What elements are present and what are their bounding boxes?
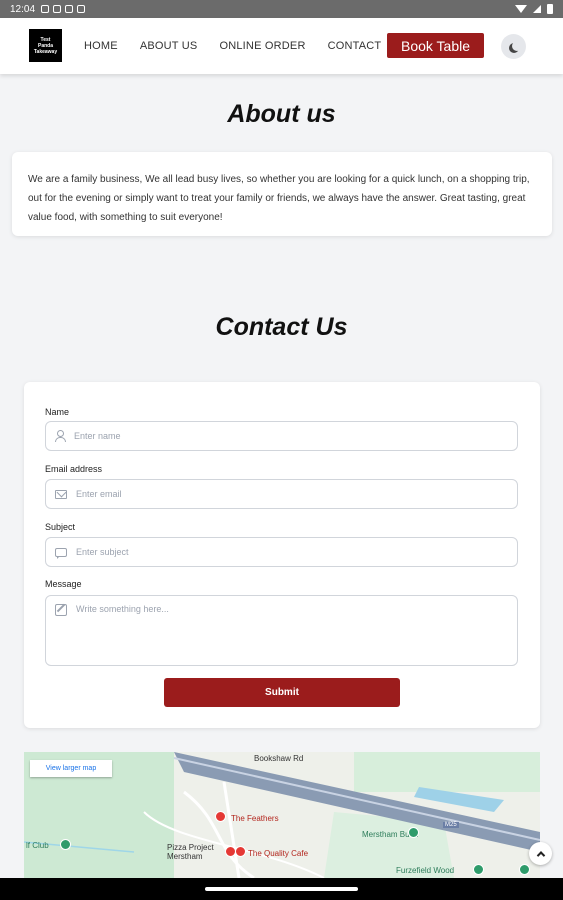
status-time: 12:04: [10, 3, 36, 15]
name-placeholder: Enter name: [74, 431, 121, 441]
image-icon: [53, 5, 62, 13]
message-field[interactable]: Write something here...: [45, 595, 518, 666]
battery-icon: [547, 4, 553, 14]
chat-icon: [55, 547, 67, 559]
name-field[interactable]: Enter name: [45, 421, 518, 451]
site-logo[interactable]: Test Panda Takeaway: [29, 29, 62, 62]
dark-mode-toggle[interactable]: [501, 34, 526, 59]
about-card: We are a family business, We all lead bu…: [12, 152, 552, 236]
email-label: Email address: [45, 464, 103, 474]
submit-button[interactable]: Submit: [164, 678, 400, 707]
about-text: We are a family business, We all lead bu…: [28, 174, 530, 223]
status-bar: 12:04: [0, 0, 563, 18]
scroll-to-top-button[interactable]: [529, 842, 552, 865]
nav-about-us[interactable]: ABOUT US: [140, 40, 198, 52]
signal-icon: [533, 5, 541, 13]
subject-placeholder: Enter subject: [76, 547, 129, 557]
site-header: Test Panda Takeaway HOME ABOUT US ONLINE…: [0, 18, 563, 74]
map-label-furzefield: Furzefield Wood: [396, 866, 455, 875]
restaurant-pin-icon[interactable]: [235, 846, 246, 857]
message-placeholder: Write something here...: [76, 604, 169, 614]
main-nav: HOME ABOUT US ONLINE ORDER CONTACT: [84, 18, 381, 74]
park-pin-icon[interactable]: [519, 864, 530, 875]
map-label-golf: lf Club: [26, 841, 49, 850]
about-title: About us: [227, 100, 336, 128]
nav-online-order[interactable]: ONLINE ORDER: [219, 40, 305, 52]
subject-label: Subject: [45, 522, 76, 532]
map-label-pizza: Pizza Project Merstham: [167, 843, 214, 861]
map-label-quality: The Quality Cafe: [248, 849, 309, 858]
subject-field[interactable]: Enter subject: [45, 537, 518, 567]
park-pin-icon[interactable]: [408, 827, 419, 838]
wifi-icon: [515, 5, 527, 13]
email-field[interactable]: Enter email: [45, 479, 518, 509]
contact-form: Name Enter name Email address Enter emai…: [24, 382, 540, 728]
book-table-button[interactable]: Book Table: [387, 33, 484, 58]
name-label: Name: [45, 407, 70, 417]
system-nav-bar: [0, 878, 563, 900]
app-icon: [77, 5, 86, 13]
contact-title: Contact Us: [215, 313, 348, 341]
moon-icon: [512, 41, 522, 51]
restaurant-pin-icon[interactable]: [215, 811, 226, 822]
nav-home[interactable]: HOME: [84, 40, 118, 52]
user-icon: [55, 430, 66, 442]
park-pin-icon[interactable]: [473, 864, 484, 875]
map-label-m25: M25: [443, 822, 459, 828]
chevron-up-icon: [536, 850, 545, 860]
golf-pin-icon[interactable]: [60, 839, 71, 850]
map-label-bookshaw: Bookshaw Rd: [254, 754, 304, 763]
email-placeholder: Enter email: [76, 489, 122, 499]
notification-icon: [41, 5, 50, 13]
nav-contact[interactable]: CONTACT: [328, 40, 382, 52]
pencil-icon: [55, 604, 67, 616]
mail-icon: [55, 489, 67, 499]
download-icon: [65, 5, 74, 13]
home-gesture-handle[interactable]: [205, 887, 358, 891]
location-map[interactable]: View larger map Bookshaw Rd The Feathers…: [24, 752, 540, 878]
map-label-feathers: The Feathers: [231, 814, 279, 823]
view-larger-map-link[interactable]: View larger map: [30, 760, 112, 777]
logo-line-3: Takeaway: [33, 48, 58, 55]
message-label: Message: [45, 579, 82, 589]
